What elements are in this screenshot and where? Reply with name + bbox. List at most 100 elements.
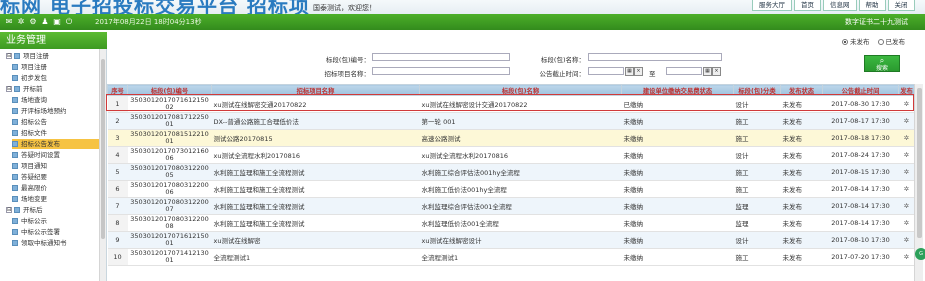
- publish-action[interactable]: ✲: [898, 146, 915, 164]
- sidebar-item[interactable]: 中标公示签署: [12, 227, 99, 237]
- publish-action[interactable]: ✲: [898, 163, 915, 181]
- cell-section-name: 第一轮 001: [419, 112, 622, 130]
- sidebar-item[interactable]: 招标公告发布: [12, 139, 99, 149]
- cell-category: 设计: [733, 95, 781, 113]
- table-row[interactable]: 2 350301201708171225001 DX--普通公路施工合理低价法 第一轮…: [107, 112, 915, 130]
- sidebar-scrollbar[interactable]: [99, 49, 106, 281]
- gear-icon: ✲: [903, 100, 910, 108]
- radio-published[interactable]: 已发布: [877, 36, 905, 46]
- table-row[interactable]: 9 350301201707161215001 xu测试在线解密 xu测试在线解密设计…: [107, 231, 915, 249]
- cell-section-code: 350301201708031220006: [127, 180, 212, 198]
- gear-icon: ✲: [903, 185, 910, 193]
- sidebar-item[interactable]: 场地变更: [12, 194, 99, 204]
- sidebar-item[interactable]: 答疑纪要: [12, 172, 99, 182]
- sidebar-item[interactable]: 最高限价: [12, 183, 99, 193]
- cell-row-number: 4: [107, 146, 128, 164]
- page-icon: [12, 218, 18, 224]
- deadline-end-picker[interactable]: ▦ ×: [703, 67, 721, 76]
- publish-action[interactable]: ✲: [898, 231, 915, 249]
- publish-action[interactable]: ✲: [898, 112, 915, 130]
- sidebar-item[interactable]: 答疑时间设置: [12, 150, 99, 160]
- col-header-publish[interactable]: 发布: [898, 84, 915, 96]
- close-button[interactable]: 关闭: [887, 0, 915, 11]
- publish-action[interactable]: ✲: [898, 180, 915, 198]
- logout-icon[interactable]: ⏻: [65, 17, 73, 26]
- sidebar-group[interactable]: ⊟ 开标后: [6, 205, 99, 215]
- publish-action[interactable]: ✲: [898, 248, 915, 266]
- cell-deadline: 2017-07-20 17:30: [822, 248, 899, 266]
- table-row[interactable]: 10 350301201707141213001 全流程测试1 全流程测试1 未缴纳 施工…: [107, 248, 915, 266]
- folder-icon: [14, 86, 20, 92]
- table-row[interactable]: 5 350301201708031220005 水利施工监理和施工全流程测试 水利施工…: [107, 163, 915, 181]
- chat-icon[interactable]: ✉: [5, 17, 13, 26]
- deadline-start-input[interactable]: [588, 67, 624, 75]
- settings-icon[interactable]: ⚙: [29, 17, 37, 26]
- cell-section-name: 水利监理综合评估法001全流程: [419, 197, 622, 215]
- publish-action[interactable]: ✲: [898, 129, 915, 147]
- cell-section-name: 水利监理低价法001全流程: [419, 214, 622, 232]
- sidebar-item[interactable]: 开评标场地预约: [12, 106, 99, 116]
- gift-icon[interactable]: ▣: [53, 17, 61, 26]
- deadline-start-picker[interactable]: ▦ ×: [625, 67, 643, 76]
- sidebar-item-label: 最高限价: [21, 184, 47, 192]
- service-hall-button[interactable]: 服务大厅: [752, 0, 792, 11]
- sidebar-item[interactable]: 中标公示: [12, 216, 99, 226]
- col-header-code[interactable]: 标段(包)编号: [127, 84, 212, 96]
- cell-fee-status: 未缴纳: [621, 129, 734, 147]
- sidebar-item[interactable]: 初步发包: [12, 73, 99, 83]
- collapse-icon[interactable]: ⊟: [6, 86, 12, 92]
- deadline-end-input[interactable]: [666, 67, 702, 75]
- table-row[interactable]: 1 350301201707161215002 xu测试在线解密交通20170822…: [107, 95, 915, 113]
- sidebar-item-label: 中标公示签署: [21, 228, 60, 236]
- table-row[interactable]: 8 350301201708031220008 水利施工监理和施工全流程测试 水利监理…: [107, 214, 915, 232]
- publish-action[interactable]: ✲: [898, 214, 915, 232]
- certificate-info: 数字证书二十九测试: [845, 18, 908, 26]
- section-name-input[interactable]: [588, 53, 722, 61]
- col-header-category[interactable]: 标段(包)分类: [733, 84, 781, 96]
- home-button[interactable]: 首页: [794, 0, 821, 11]
- table-row[interactable]: 7 350301201708031220007 水利施工监理和施工全流程测试 水利监理…: [107, 197, 915, 215]
- sidebar-item[interactable]: 项目注册: [12, 62, 99, 72]
- cell-row-number: 6: [107, 180, 128, 198]
- page-icon: [12, 229, 18, 235]
- sidebar-group[interactable]: ⊟ 项目注册: [6, 51, 99, 61]
- page-icon: [12, 152, 18, 158]
- sidebar-group[interactable]: ⊟ 开标前: [6, 84, 99, 94]
- col-header-project[interactable]: 招标项目名称: [211, 84, 420, 96]
- search-button[interactable]: ⌕ 搜索 CLICK SEARCH: [864, 55, 900, 76]
- help-button[interactable]: 帮助: [858, 0, 886, 11]
- user-icon[interactable]: ♟: [41, 17, 49, 26]
- table-row[interactable]: 3 350301201708151221001 测试公路20170815 高速公路测试…: [107, 129, 915, 147]
- collapse-icon[interactable]: ⊟: [6, 53, 12, 59]
- sidebar-item[interactable]: 招标文件: [12, 128, 99, 138]
- gear-icon: ✲: [903, 236, 910, 244]
- col-header-fee[interactable]: 建设单位缴纳交易费状态: [621, 84, 734, 96]
- sidebar-item[interactable]: 领取中标通知书: [12, 238, 99, 248]
- col-header-no[interactable]: 序号: [107, 84, 128, 96]
- gear-icon[interactable]: ✲: [17, 17, 25, 26]
- floating-help-badge[interactable]: G: [915, 248, 925, 260]
- project-name-input[interactable]: [372, 67, 510, 75]
- cell-publish-status: 未发布: [780, 146, 823, 164]
- info-net-button[interactable]: 信息网: [823, 0, 857, 11]
- col-header-deadline[interactable]: 公告截止时间: [822, 84, 899, 96]
- table-row[interactable]: 6 350301201708031220006 水利施工监理和施工全流程测试 水利施工…: [107, 180, 915, 198]
- top-banner: 标网 电子招投标交易平台 招标项 国泰测试，欢迎您！ 服务大厅 首页 信息网 帮…: [0, 0, 925, 14]
- cell-category: 监理: [733, 214, 781, 232]
- publish-action[interactable]: ✲: [898, 95, 915, 113]
- collapse-icon[interactable]: ⊟: [6, 207, 12, 213]
- col-header-section[interactable]: 标段(包)名称: [419, 84, 622, 96]
- publish-action[interactable]: ✲: [898, 197, 915, 215]
- sidebar-item[interactable]: 场地查询: [12, 95, 99, 105]
- col-header-status[interactable]: 发布状态: [780, 84, 823, 96]
- cell-category: 施工: [733, 129, 781, 147]
- cell-deadline: 2017-08-15 17:30: [822, 163, 899, 181]
- section-code-input[interactable]: [372, 53, 510, 61]
- sidebar-item[interactable]: 招标公告: [12, 117, 99, 127]
- cell-deadline: 2017-08-10 17:30: [822, 231, 899, 249]
- deadline-label: 公告截止时间：: [539, 70, 586, 78]
- sidebar-item[interactable]: 项目通知: [12, 161, 99, 171]
- radio-unpublished[interactable]: 未发布: [842, 36, 870, 46]
- table-row[interactable]: 4 350301201707301216006 xu测试全流程水利20170816 x…: [107, 146, 915, 164]
- gear-icon: ✲: [903, 134, 910, 142]
